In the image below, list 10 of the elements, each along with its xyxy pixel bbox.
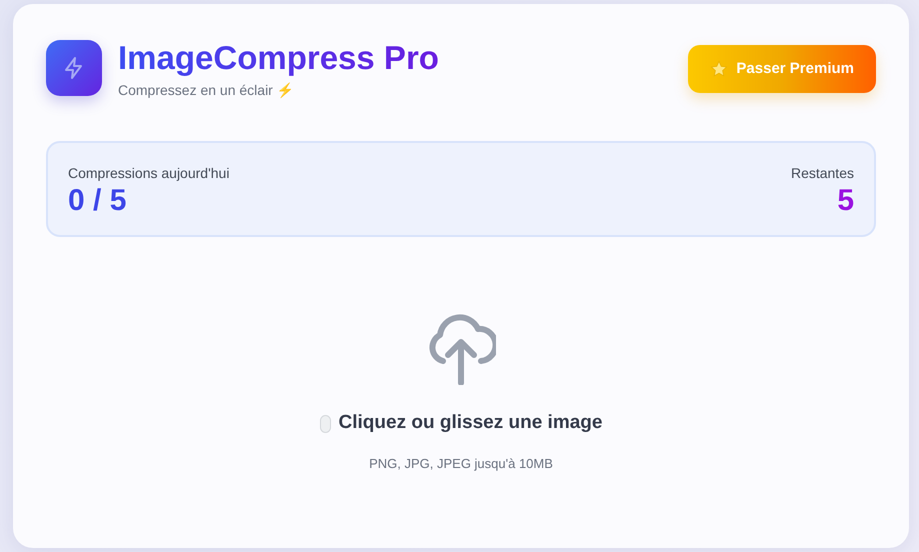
- star-icon: [710, 60, 728, 78]
- remaining-label: Restantes: [790, 164, 854, 184]
- upload-title: Cliquez ou glissez une image: [338, 411, 602, 436]
- premium-button[interactable]: Passer Premium: [688, 45, 876, 93]
- mouse-icon: [320, 414, 331, 433]
- app-subtitle: Compressez en un éclair ⚡: [118, 81, 295, 100]
- usage-label: Compressions aujourd'hui: [68, 164, 230, 184]
- upload-hint: PNG, JPG, JPEG jusqu'à 10MB: [369, 454, 553, 473]
- usage-count: 0 / 5: [68, 184, 128, 218]
- remaining-count: 5: [836, 184, 854, 218]
